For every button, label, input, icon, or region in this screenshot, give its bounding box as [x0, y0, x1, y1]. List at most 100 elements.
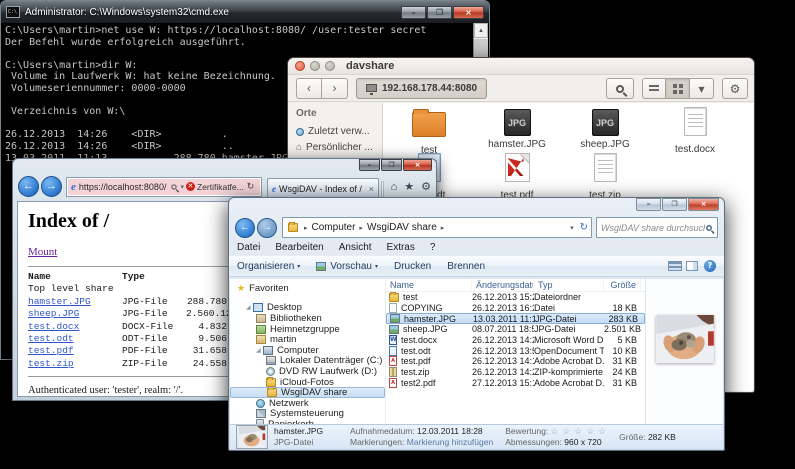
maximize-button[interactable]: ❐ [662, 198, 687, 211]
column-header-type[interactable]: Typ [534, 279, 604, 291]
minimize-button[interactable]: – [636, 198, 661, 211]
table-row-selected[interactable]: hamster.JPG 13.03.2011 11:13 JPG-Datei 2… [386, 313, 645, 324]
nav-drive-d[interactable]: DVD RW Laufwerk (D:) [230, 366, 385, 377]
file-link[interactable]: test.docx [28, 321, 79, 332]
view-options-button[interactable]: ▾ [690, 78, 714, 99]
breadcrumb-current[interactable]: WsgiDAV share [367, 222, 437, 233]
list-view-button[interactable] [642, 78, 666, 99]
explorer-titlebar[interactable]: – ❐ × [229, 198, 724, 215]
gear-icon[interactable]: ⚙ [421, 180, 431, 193]
menu-extras[interactable]: Extras [387, 242, 415, 253]
nav-systemsteuerung[interactable]: Systemsteuerung [230, 409, 385, 420]
nav-bibliotheken[interactable]: Bibliotheken [230, 313, 385, 324]
breadcrumb[interactable]: 192.168.178.44:8080 [356, 78, 487, 99]
refresh-icon[interactable]: ↻ [247, 181, 255, 192]
search-icon[interactable] [172, 184, 178, 190]
minimize-button[interactable] [310, 61, 320, 71]
menu-help[interactable]: ? [430, 242, 436, 253]
back-button[interactable]: ← [18, 176, 39, 197]
minimize-button[interactable]: – [401, 6, 426, 19]
forward-button[interactable]: → [41, 176, 62, 197]
nav-netzwerk[interactable]: Netzwerk [230, 398, 385, 409]
table-row[interactable]: test.odt 26.12.2013 13:55 OpenDocument T… [386, 345, 645, 356]
nav-favoriten[interactable]: ★Favoriten [230, 283, 385, 294]
sidebar-item-home[interactable]: ⌂ Persönlicher ... [296, 140, 382, 156]
search-box[interactable]: WsgiDAV share durchsuchen [596, 217, 718, 238]
favorites-star-icon[interactable]: ★ [404, 180, 414, 193]
help-icon[interactable]: ? [704, 260, 716, 272]
file-item-pdf[interactable]: test.pdf [473, 151, 561, 201]
column-header-date[interactable]: Änderungsdatum [472, 279, 534, 291]
file-link[interactable]: test.zip [28, 358, 74, 369]
organize-button[interactable]: Organisieren▾ [237, 261, 300, 272]
file-link[interactable]: test.odt [28, 333, 74, 344]
nav-drive-c[interactable]: Lokaler Datenträger (C:) [230, 356, 385, 367]
table-row[interactable]: Wtest.docx 26.12.2013 14:26 Microsoft Wo… [386, 335, 645, 346]
sidebar-item-recent[interactable]: Zuletzt verw... [296, 124, 382, 140]
table-row[interactable]: test 26.12.2013 15:21 Dateiordner [386, 292, 645, 303]
menu-bearbeiten[interactable]: Bearbeiten [275, 242, 323, 253]
burn-button[interactable]: Brennen [447, 261, 485, 272]
url-text[interactable]: https://localhost:8080/ [79, 182, 167, 192]
file-item-hamster[interactable]: JPG hamster.JPG [473, 105, 561, 150]
tab-close-icon[interactable]: × [369, 184, 374, 194]
file-link[interactable]: test.pdf [28, 345, 74, 356]
menu-datei[interactable]: Datei [237, 242, 260, 253]
back-button[interactable]: ‹ [296, 78, 322, 99]
file-item-docx[interactable]: test.docx [651, 105, 739, 155]
file-link[interactable]: hamster.JPG [28, 296, 91, 307]
search-button[interactable] [606, 78, 634, 99]
breadcrumb-bar[interactable]: ▸ Computer ▸ WsgiDAV share ▸ ▾ ↻ [282, 217, 592, 238]
change-view-button[interactable] [668, 261, 682, 271]
file-item-sheep[interactable]: JPG sheep.JPG [561, 105, 649, 150]
refresh-icon[interactable]: ↻ [580, 222, 588, 233]
nav-computer[interactable]: ◢Computer [230, 345, 385, 356]
maximize-button[interactable]: ❐ [427, 6, 452, 19]
address-bar[interactable]: e https://localhost:8080/ ▾ ✕ Zertifikat… [66, 177, 262, 197]
grid-view-button[interactable] [666, 78, 690, 99]
forward-button[interactable]: → [257, 218, 277, 238]
table-row[interactable]: Atest.pdf 26.12.2013 14:19 Adobe Acrobat… [386, 356, 645, 367]
nautilus-titlebar[interactable]: davshare [288, 58, 754, 75]
certificate-error-button[interactable]: Zertifikatfe... [197, 182, 244, 192]
nav-user-martin[interactable]: martin [230, 334, 385, 345]
mount-link[interactable]: Mount [28, 246, 57, 258]
file-item-zip[interactable]: test.zip [561, 151, 649, 201]
close-button[interactable]: × [453, 6, 484, 19]
cmd-titlebar[interactable]: C:\ Administrator: C:\Windows\system32\c… [1, 1, 489, 23]
nav-desktop[interactable]: ◢Desktop [230, 303, 385, 314]
nav-icloud-fotos[interactable]: iCloud-Fotos [230, 377, 385, 388]
forward-button[interactable]: › [322, 78, 348, 99]
preview-pane-toggle[interactable] [686, 261, 698, 271]
file-list[interactable]: Name Änderungsdatum Typ Größe test 26.12… [385, 279, 645, 424]
maximize-button[interactable]: ❐ [381, 159, 402, 171]
column-header-name[interactable]: Name [386, 279, 472, 291]
table-row[interactable]: COPYING 26.12.2013 16:22 Datei 18 KB [386, 303, 645, 314]
dropdown-caret-icon[interactable]: ▾ [180, 183, 184, 191]
maximize-button[interactable] [325, 61, 335, 71]
table-row[interactable]: sheep.JPG 08.07.2011 18:52 JPG-Datei 2.5… [386, 324, 645, 335]
close-button[interactable] [295, 61, 305, 71]
close-button[interactable]: × [688, 198, 719, 211]
address-dropdown-icon[interactable]: ▾ [570, 224, 574, 232]
breadcrumb-computer[interactable]: Computer [312, 222, 356, 233]
settings-button[interactable]: ⚙ [722, 78, 748, 99]
nav-wsgidav-share[interactable]: WsgiDAV share [230, 387, 385, 398]
home-icon[interactable]: ⌂ [391, 181, 398, 193]
close-button[interactable]: × [403, 159, 432, 171]
rating-stars[interactable]: ☆ ☆ ☆ ☆ ☆ [551, 426, 608, 436]
add-tag-link[interactable]: Markierung hinzufügen [407, 437, 493, 447]
scroll-up-icon[interactable]: ▲ [474, 23, 488, 38]
file-link[interactable]: sheep.JPG [28, 308, 79, 319]
preview-button[interactable]: Vorschau▾ [316, 261, 378, 272]
expander-icon[interactable]: ◢ [256, 347, 263, 354]
file-item-test[interactable]: test [385, 105, 473, 156]
column-header-size[interactable]: Größe [604, 279, 641, 291]
ie-titlebar[interactable]: – ❐ × [13, 159, 436, 174]
expander-icon[interactable]: ◢ [246, 304, 253, 311]
nav-heimnetzgruppe[interactable]: Heimnetzgruppe [230, 324, 385, 335]
back-button[interactable]: ← [235, 218, 255, 238]
certificate-error-icon[interactable]: ✕ [186, 182, 195, 191]
table-row[interactable]: Atest2.pdf 27.12.2013 15:10 Adobe Acroba… [386, 378, 645, 389]
browser-tab[interactable]: e WsgiDAV - Index of / × [267, 178, 379, 199]
